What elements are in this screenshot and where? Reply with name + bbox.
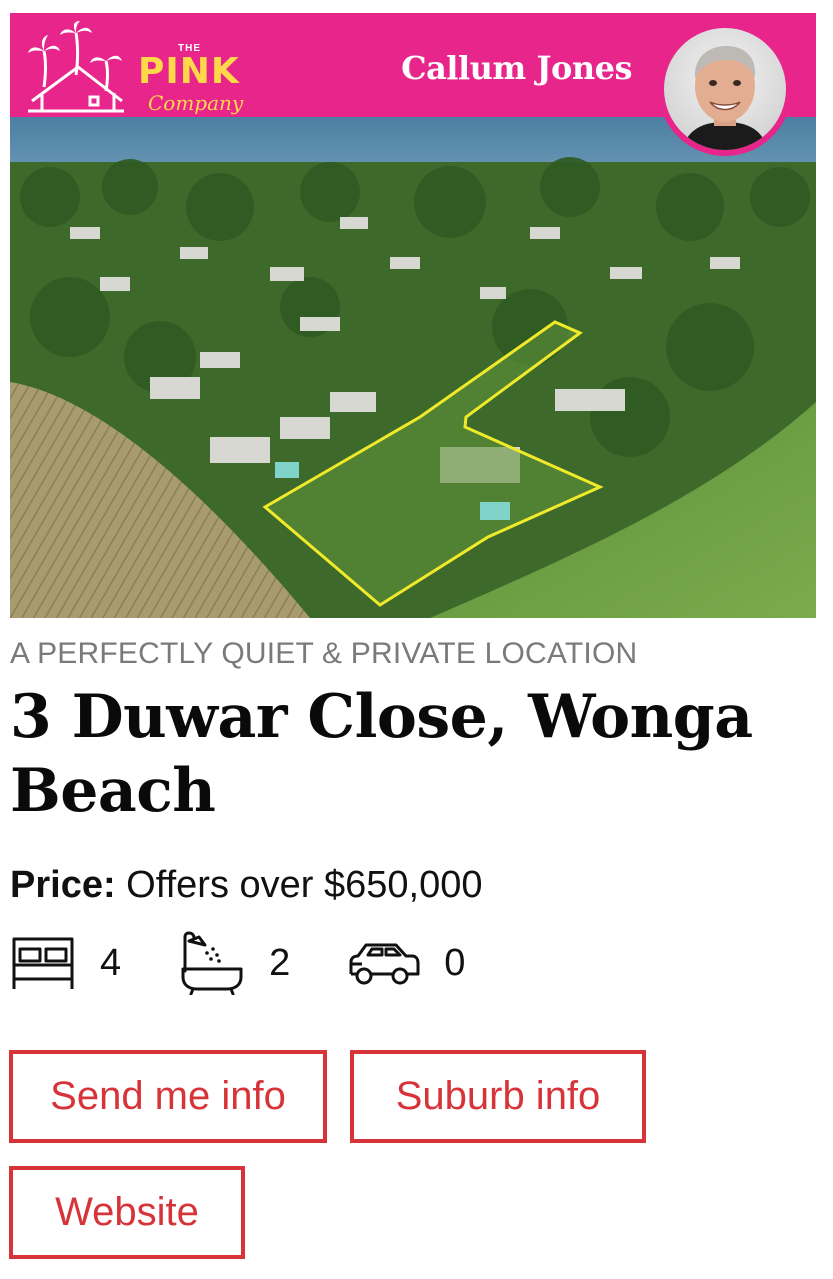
- price-value: Offers over $650,000: [115, 864, 483, 906]
- listing-hero[interactable]: THE PINK Company Callum Jones: [10, 13, 816, 618]
- bedrooms-count: 4: [100, 941, 122, 984]
- car-icon: [349, 943, 420, 985]
- palm-house-logo-icon: [28, 21, 124, 113]
- bath-icon: [181, 931, 243, 995]
- logo-pink-text: PINK: [138, 51, 240, 92]
- agent-avatar[interactable]: [658, 22, 792, 156]
- listing-tagline: A PERFECTLY QUIET & PRIVATE LOCATION: [10, 637, 638, 670]
- listing-title[interactable]: 3 Duwar Close, Wonga Beach: [10, 680, 810, 828]
- send-me-info-button[interactable]: Send me info: [9, 1050, 327, 1143]
- listing-price: Price: Offers over $650,000: [10, 864, 483, 907]
- bathrooms-count: 2: [269, 941, 291, 984]
- price-label: Price:: [10, 864, 116, 906]
- bed-icon: [12, 937, 74, 989]
- feature-bathrooms: 2: [179, 931, 290, 995]
- logo-company-text: Company: [148, 91, 244, 115]
- carspaces-count: 0: [444, 941, 466, 984]
- website-button[interactable]: Website: [9, 1166, 245, 1259]
- brand-logo[interactable]: THE PINK Company: [26, 21, 243, 115]
- listing-features: 4 2 0: [10, 928, 523, 998]
- feature-carspaces: 0: [348, 940, 465, 986]
- feature-bedrooms: 4: [10, 935, 121, 991]
- suburb-info-button[interactable]: Suburb info: [350, 1050, 646, 1143]
- property-aerial-photo[interactable]: [10, 117, 816, 618]
- agent-name[interactable]: Callum Jones: [401, 49, 632, 87]
